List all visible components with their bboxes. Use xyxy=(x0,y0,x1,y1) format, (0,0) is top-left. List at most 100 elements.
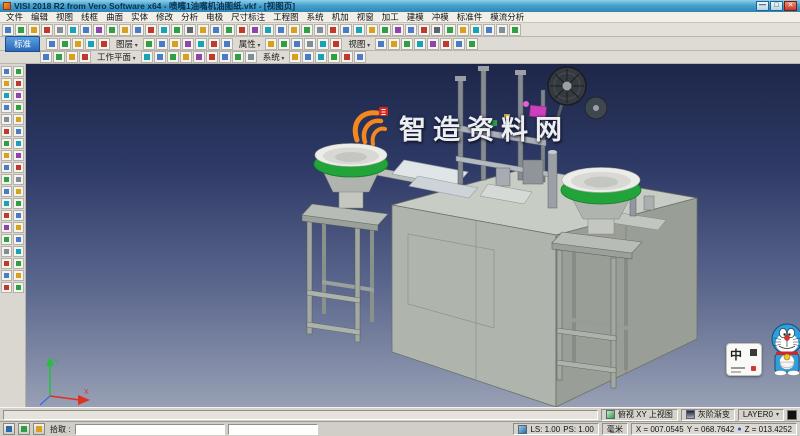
toolbar-icon[interactable] xyxy=(431,24,443,36)
toolbar-icon[interactable] xyxy=(1,126,12,137)
toolbar-icon[interactable] xyxy=(141,51,153,63)
toolbar-icon[interactable] xyxy=(28,24,40,36)
menu-item[interactable]: 实体 xyxy=(127,11,152,23)
toolbar-icon[interactable] xyxy=(1,186,12,197)
toolbar-icon[interactable] xyxy=(245,51,257,63)
toolbar-icon[interactable] xyxy=(366,24,378,36)
toolbar-icon[interactable] xyxy=(182,38,194,50)
toolbar-icon[interactable] xyxy=(301,24,313,36)
toolbar-icon[interactable] xyxy=(206,51,218,63)
toolbar-icon[interactable] xyxy=(249,24,261,36)
toolbar-icon[interactable] xyxy=(13,234,24,245)
menu-item[interactable]: 系统 xyxy=(303,11,328,23)
toolbar-icon[interactable] xyxy=(197,24,209,36)
toolbar-icon[interactable] xyxy=(375,38,387,50)
menu-item[interactable]: 模流分析 xyxy=(486,11,528,23)
toolbar-icon[interactable] xyxy=(158,24,170,36)
toolbar-icon[interactable] xyxy=(379,24,391,36)
toolbar-icon[interactable] xyxy=(405,24,417,36)
menu-item[interactable]: 机加 xyxy=(328,11,353,23)
toolbar-icon[interactable] xyxy=(13,270,24,281)
group-label-layers[interactable]: 图层 xyxy=(114,38,142,50)
toolbar-icon[interactable] xyxy=(184,24,196,36)
toolbar-icon[interactable] xyxy=(40,51,52,63)
toolbar-icon[interactable] xyxy=(1,162,12,173)
toolbar-icon[interactable] xyxy=(388,38,400,50)
toolbar-icon[interactable] xyxy=(13,198,24,209)
grid-toggle-button[interactable] xyxy=(18,423,30,435)
group-label-system[interactable]: 系统 xyxy=(261,51,289,63)
toolbar-icon[interactable] xyxy=(440,38,452,50)
group-label-views[interactable]: 视图 xyxy=(346,38,374,50)
toolbar-icon[interactable] xyxy=(154,51,166,63)
toolbar-icon[interactable] xyxy=(13,282,24,293)
toolbar-icon[interactable] xyxy=(353,24,365,36)
toolbar-icon[interactable] xyxy=(79,51,91,63)
menu-item[interactable]: 线框 xyxy=(77,11,102,23)
toolbar-icon[interactable] xyxy=(156,38,168,50)
toolbar-icon[interactable] xyxy=(1,150,12,161)
toolbar-icon[interactable] xyxy=(13,258,24,269)
active-color-swatch[interactable] xyxy=(787,410,797,420)
shading-mode-button[interactable]: 灰阶渐变 xyxy=(681,409,735,421)
toolbar-icon[interactable] xyxy=(13,174,24,185)
toolbar-icon[interactable] xyxy=(13,138,24,149)
menu-item[interactable]: 曲面 xyxy=(102,11,127,23)
toolbar-icon[interactable] xyxy=(278,38,290,50)
toolbar-icon[interactable] xyxy=(13,186,24,197)
toolbar-icon[interactable] xyxy=(470,24,482,36)
toolbar-icon[interactable] xyxy=(67,24,79,36)
toolbar-icon[interactable] xyxy=(85,38,97,50)
toolbar-icon[interactable] xyxy=(72,38,84,50)
toolbar-icon[interactable] xyxy=(1,198,12,209)
toolbar-icon[interactable] xyxy=(1,90,12,101)
group-label-workplane[interactable]: 工作平面 xyxy=(95,51,140,63)
toolbar-icon[interactable] xyxy=(106,24,118,36)
toolbar-icon[interactable] xyxy=(53,51,65,63)
command-input[interactable] xyxy=(75,424,225,435)
toolbar-icon[interactable] xyxy=(1,114,12,125)
toolbar-icon[interactable] xyxy=(1,234,12,245)
toolbar-icon[interactable] xyxy=(2,24,14,36)
close-button[interactable]: ✕ xyxy=(784,1,797,11)
toolbar-icon[interactable] xyxy=(302,51,314,63)
toolbar-icon[interactable] xyxy=(13,102,24,113)
toolbar-icon[interactable] xyxy=(208,38,220,50)
toolbar-icon[interactable] xyxy=(354,51,366,63)
toolbar-icon[interactable] xyxy=(1,270,12,281)
toolbar-icon[interactable] xyxy=(317,38,329,50)
toolbar-icon[interactable] xyxy=(453,38,465,50)
snap-toggle-button[interactable] xyxy=(3,423,15,435)
toolbar-icon[interactable] xyxy=(119,24,131,36)
toolbar-icon[interactable] xyxy=(13,66,24,77)
toolbar-icon[interactable] xyxy=(80,24,92,36)
3d-model[interactable] xyxy=(26,64,800,407)
menu-item[interactable]: 建模 xyxy=(403,11,428,23)
toolbar-icon[interactable] xyxy=(13,114,24,125)
toolbar-icon[interactable] xyxy=(275,24,287,36)
toolbar-icon[interactable] xyxy=(15,24,27,36)
toolbar-icon[interactable] xyxy=(180,51,192,63)
toolbar-icon[interactable] xyxy=(195,38,207,50)
menu-item[interactable]: 修改 xyxy=(152,11,177,23)
toolbar-icon[interactable] xyxy=(210,24,222,36)
toolbar-icon[interactable] xyxy=(13,78,24,89)
toolbar-icon[interactable] xyxy=(167,51,179,63)
toolbar-icon[interactable] xyxy=(262,24,274,36)
toolbar-icon[interactable] xyxy=(41,24,53,36)
toolbar-icon[interactable] xyxy=(1,66,12,77)
toolbar-icon[interactable] xyxy=(289,51,301,63)
3d-viewport[interactable]: 智造资料网 Y X 中 xyxy=(26,64,800,407)
scale-indicator[interactable]: LS: 1.00 PS: 1.00 xyxy=(513,423,599,435)
ribbon-tab-standard[interactable]: 标准 xyxy=(5,36,40,52)
toolbar-icon[interactable] xyxy=(13,222,24,233)
toolbar-icon[interactable] xyxy=(457,24,469,36)
toolbar-icon[interactable] xyxy=(483,24,495,36)
toolbar-icon[interactable] xyxy=(392,24,404,36)
menu-item[interactable]: 视窗 xyxy=(353,11,378,23)
value-input[interactable] xyxy=(228,424,318,435)
toolbar-icon[interactable] xyxy=(315,51,327,63)
units-indicator[interactable]: 毫米 xyxy=(602,423,628,435)
toolbar-icon[interactable] xyxy=(219,51,231,63)
toolbar-icon[interactable] xyxy=(401,38,413,50)
